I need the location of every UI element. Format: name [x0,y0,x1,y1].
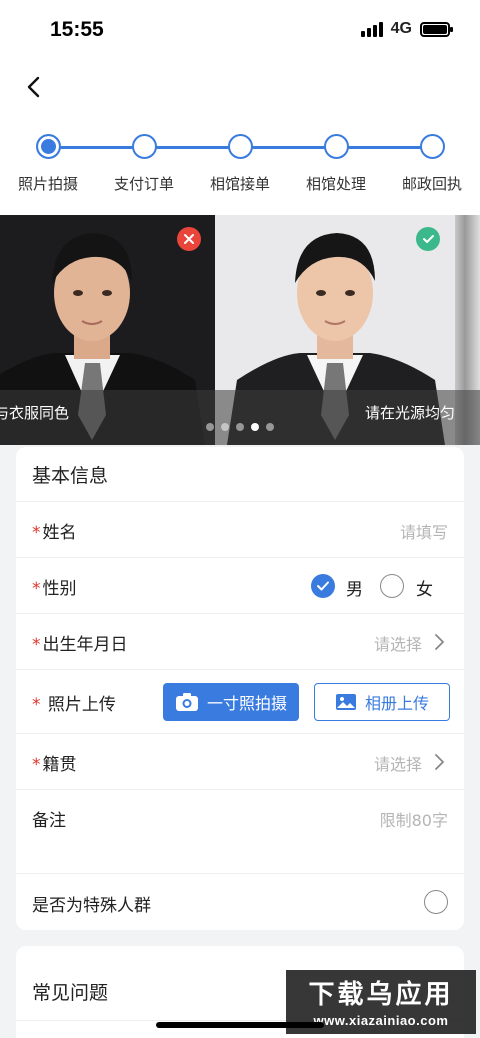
chevron-right-icon [435,634,445,650]
slide-next-peek [455,215,480,445]
slide-bad-example: 与衣服同色 [0,215,215,445]
step-label: 相馆接单 [209,175,270,193]
photo-label: * 照片上传 [32,695,116,715]
image-icon [335,694,356,710]
reject-badge [177,227,201,251]
close-icon [184,234,194,244]
remark-input[interactable]: 限制80字 [380,807,448,831]
section-title: 基本信息 [32,465,109,487]
name-row[interactable]: * 姓名 请填写 [16,501,464,557]
slide-caption: 与衣服同色 [0,404,70,422]
gender-male-label[interactable]: 男 [346,575,363,600]
remark-row[interactable]: 备注 限制80字 [16,789,464,873]
basic-info-card: 基本信息 * 姓名 请填写 * 性别 男 女 * 出生年月日 请选择 * 照片上传 一… [16,447,464,930]
step-payment: 支付订单 [99,134,189,194]
nav-bar [0,60,480,120]
gender-male-radio[interactable] [311,574,335,598]
step-dot [419,134,445,159]
gender-female-label[interactable]: 女 [416,575,433,600]
page-dot [266,423,274,431]
special-group-row: 是否为特殊人群 [16,873,464,930]
caption-band [455,390,480,445]
camera-icon [175,693,198,711]
watermark-main: 下载乌应用 [308,980,454,1010]
back-button[interactable] [18,70,54,106]
origin-row[interactable]: * 籍贯 请选择 [16,733,464,789]
camera-capture-button[interactable]: 一寸照拍摄 [163,683,299,721]
special-group-radio[interactable] [424,890,448,914]
step-photo: 照片拍摄 [3,134,93,194]
battery-icon [420,21,453,37]
page-dot [206,423,214,431]
origin-picker[interactable]: 请选择 [374,751,422,775]
slide-good-example: 请在光源均匀的 [215,215,455,445]
step-label: 照片拍摄 [17,175,78,193]
network-type: 4G [390,20,412,37]
chevron-left-icon [27,76,40,98]
step-label: 相馆处理 [305,175,366,193]
name-label: * 姓名 [32,523,77,543]
gender-row: * 性别 男 女 [16,557,464,613]
home-indicator [156,1022,324,1028]
accept-badge [416,227,440,251]
step-studio-accept: 相馆接单 [195,134,285,194]
gender-label: * 性别 [32,579,77,599]
status-icons: 4G [360,20,453,38]
progress-steps: 照片拍摄 支付订单 相馆接单 相馆处理 邮政回执 [0,120,480,215]
signal-icon [360,21,383,37]
step-dot [35,134,61,159]
special-group-label: 是否为特殊人群 [32,896,151,916]
carousel-pagination [206,423,274,431]
camera-button-label: 一寸照拍摄 [206,694,287,713]
check-icon [317,581,329,591]
gender-female-radio[interactable] [380,574,404,598]
birth-picker[interactable]: 请选择 [374,631,422,655]
slide-caption: 请在光源均匀的 [365,404,455,422]
name-input[interactable]: 请填写 [400,519,448,543]
album-upload-button[interactable]: 相册上传 [314,683,450,721]
status-bar: 15:55 4G [0,0,480,60]
page-dot-active [251,423,259,431]
birth-row[interactable]: * 出生年月日 请选择 [16,613,464,669]
origin-label: * 籍贯 [32,755,77,775]
faq-title: 常见问题 [32,982,109,1004]
page-dot [236,423,244,431]
page-dot [221,423,229,431]
step-label: 邮政回执 [401,175,462,193]
step-label: 支付订单 [113,175,174,193]
step-dot [227,134,253,159]
check-icon [422,235,434,243]
status-time: 15:55 [50,18,104,41]
photo-row: * 照片上传 一寸照拍摄 相册上传 [16,669,464,733]
step-studio-process: 相馆处理 [291,134,381,194]
remark-label: 备注 [32,811,66,831]
step-postal-receipt: 邮政回执 [387,134,477,194]
step-dot [323,134,349,159]
album-button-label: 相册上传 [364,694,429,713]
birth-label: * 出生年月日 [32,635,128,655]
step-dot [131,134,157,159]
photo-guide-carousel[interactable]: 与衣服同色 请在光源均匀的 [0,215,480,445]
chevron-right-icon [435,754,445,770]
